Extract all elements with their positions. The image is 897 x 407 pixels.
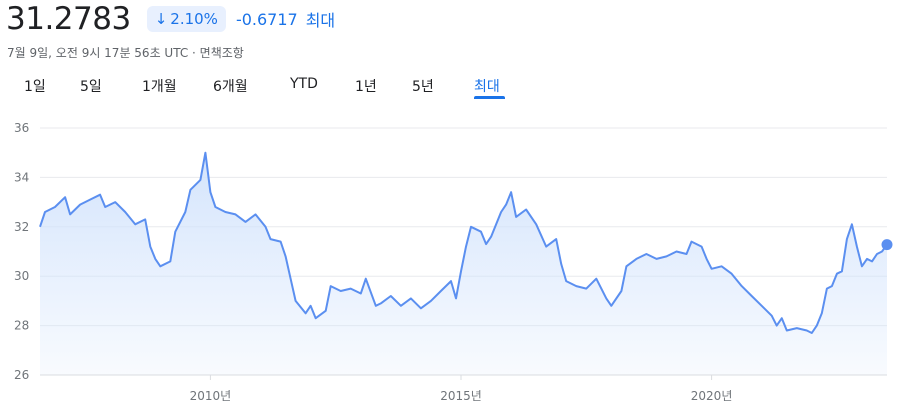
y-tick-label: 26 xyxy=(14,368,29,382)
x-tick-label: 2020년 xyxy=(691,389,733,403)
last-price-marker[interactable] xyxy=(881,239,893,251)
x-axis: 2010년 2015년 2020년 xyxy=(190,375,733,403)
y-tick-label: 32 xyxy=(14,220,29,234)
y-tick-label: 30 xyxy=(14,269,29,283)
y-tick-label: 36 xyxy=(14,121,29,135)
x-tick-label: 2010년 xyxy=(190,389,232,403)
x-tick-label: 2015년 xyxy=(440,389,482,403)
y-tick-label: 34 xyxy=(14,170,29,184)
y-axis: 26 28 30 32 34 36 xyxy=(14,121,29,382)
y-tick-label: 28 xyxy=(14,319,29,333)
price-chart: 26 28 30 32 34 36 2010년 2015년 2020년 xyxy=(14,121,893,403)
